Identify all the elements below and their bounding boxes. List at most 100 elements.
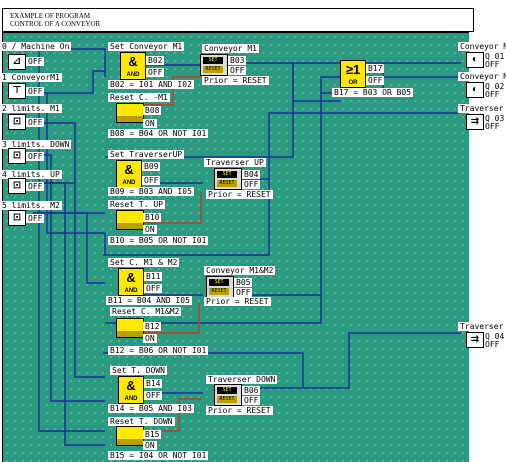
- output-state: OFF: [484, 90, 501, 99]
- actuator-icon[interactable]: ⇉: [466, 114, 484, 130]
- input-label: 5 limits. M2: [0, 201, 62, 210]
- program-header: EXAMPLE OF PROGRAM CONTROL OF A CONVEYOR: [2, 8, 474, 32]
- gate-symbol: &: [126, 270, 136, 285]
- input-label: 1 ConveyorM1: [0, 73, 62, 82]
- gate-type: AND: [124, 288, 138, 294]
- actuator-icon[interactable]: ⇉: [466, 332, 484, 348]
- block-state: OFF: [228, 66, 247, 75]
- block-expression: B11 = B04 AND I05: [106, 296, 192, 305]
- lamp-icon[interactable]: ◐: [466, 82, 484, 98]
- rs-flipflop-icon[interactable]: SET RESET: [206, 276, 234, 298]
- gate-symbol: &: [126, 378, 136, 393]
- block-id: B17: [366, 64, 385, 73]
- rs-flipflop-icon[interactable]: SET RESET: [214, 384, 242, 406]
- limit-switch-icon[interactable]: ⊡: [8, 178, 26, 194]
- rs-flipflop-icon[interactable]: SET RESET: [214, 168, 242, 190]
- block-title: Traverser DOWN: [206, 375, 278, 384]
- block-prior: Prior = RESET: [202, 76, 269, 85]
- block-id: B14: [144, 379, 163, 388]
- reset-block-icon[interactable]: [116, 318, 144, 338]
- block-title: Reset C. -M1: [108, 93, 170, 102]
- block-title: Set TraverserUP: [108, 150, 185, 159]
- block-state: OFF: [234, 288, 253, 297]
- and-gate-icon[interactable]: & AND: [116, 160, 142, 188]
- lamp-icon[interactable]: ◐: [466, 52, 484, 68]
- set-label: SET: [209, 279, 229, 286]
- block-state: OFF: [146, 68, 165, 77]
- set-label: SET: [217, 387, 237, 394]
- gate-type: AND: [122, 180, 136, 186]
- reset-label: RESET: [217, 396, 237, 403]
- input-state: OFF: [26, 152, 45, 161]
- reset-block-icon[interactable]: [116, 210, 144, 230]
- block-state: ON: [143, 334, 157, 343]
- block-title: Set C. M1 & M2: [108, 258, 180, 267]
- block-state: ON: [143, 225, 157, 234]
- block-expression: B17 = B03 OR B05: [332, 88, 414, 97]
- set-label: SET: [217, 171, 237, 178]
- and-gate-icon[interactable]: & AND: [118, 376, 144, 404]
- limit-switch-icon[interactable]: ⊡: [8, 210, 26, 226]
- reset-block-icon[interactable]: [116, 103, 144, 123]
- block-expression: B08 = B04 OR NOT I01: [108, 129, 209, 138]
- output-label: Conveyor M.1: [458, 42, 506, 51]
- block-expression: B09 = B03 AND I05: [108, 187, 194, 196]
- block-prior: Prior = RESET: [206, 406, 273, 415]
- wire: [229, 112, 459, 180]
- block-id: B12: [143, 322, 162, 331]
- block-title: Traverser UP: [204, 158, 266, 167]
- limit-switch-icon[interactable]: ⊡: [8, 148, 26, 164]
- rs-flipflop-icon[interactable]: SET RESET: [200, 54, 228, 76]
- block-state: ON: [143, 441, 157, 450]
- reset-block-icon[interactable]: [116, 426, 144, 446]
- output-state: OFF: [484, 122, 501, 131]
- output-label: Traverser U: [458, 104, 506, 113]
- block-state: ON: [143, 119, 157, 128]
- input-state: OFF: [26, 87, 45, 96]
- block-expression: B12 = B06 OR NOT I01: [108, 346, 209, 355]
- gate-type: AND: [124, 396, 138, 402]
- program-title: EXAMPLE OF PROGRAM: [10, 12, 91, 20]
- or-gate-icon[interactable]: ≥1 OR: [340, 60, 366, 88]
- and-gate-icon[interactable]: & AND: [118, 268, 144, 296]
- block-title: Set T. DOWN: [110, 366, 167, 375]
- wire: [33, 154, 105, 402]
- block-id: B05: [234, 278, 253, 287]
- block-title: Conveyor M1&M2: [204, 266, 276, 275]
- block-prior: Prior = RESET: [206, 190, 273, 199]
- block-id: B10: [143, 213, 162, 222]
- input-state: OFF: [26, 214, 45, 223]
- block-expression: B02 = I01 AND I02: [108, 80, 194, 89]
- block-title: Reset T. DOWN: [108, 417, 175, 426]
- gate-symbol: ≥1: [345, 62, 361, 77]
- output-label: Conveyor M.2: [458, 72, 506, 81]
- and-gate-icon[interactable]: & AND: [120, 52, 146, 80]
- reset-label: RESET: [203, 66, 223, 73]
- block-state: OFF: [144, 391, 163, 400]
- program-subtitle: CONTROL OF A CONVEYOR: [10, 20, 101, 28]
- gate-symbol: &: [128, 54, 138, 69]
- block-title: Reset C. M1&M2: [110, 307, 182, 316]
- block-id: B06: [242, 386, 261, 395]
- block-id: B02: [146, 56, 165, 65]
- reset-label: RESET: [209, 288, 229, 295]
- block-id: B08: [143, 106, 162, 115]
- block-state: OFF: [366, 76, 385, 85]
- output-state: OFF: [484, 60, 501, 69]
- block-state: OFF: [242, 396, 261, 405]
- block-id: B15: [143, 430, 162, 439]
- limit-switch-icon[interactable]: ⊡: [8, 114, 26, 130]
- block-id: B09: [142, 162, 161, 171]
- block-state: OFF: [242, 180, 261, 189]
- switch-icon[interactable]: ⊿: [8, 54, 26, 70]
- block-state: OFF: [144, 284, 163, 293]
- block-expression: B15 = I04 OR NOT I01: [108, 451, 209, 460]
- block-id: B03: [228, 56, 247, 65]
- set-label: SET: [203, 57, 223, 64]
- pushbutton-icon[interactable]: ⊤: [8, 83, 26, 99]
- gate-type: AND: [126, 72, 140, 78]
- block-title: Set Conveyor M1: [108, 42, 185, 51]
- input-label: 0 / Machine On: [0, 42, 72, 51]
- block-id: B04: [242, 170, 261, 179]
- input-state: OFF: [26, 57, 45, 66]
